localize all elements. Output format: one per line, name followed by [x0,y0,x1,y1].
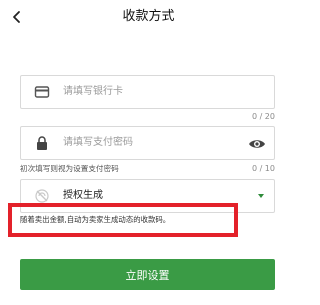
bank-card-placeholder: 请填写银行卡 [63,86,123,97]
disabled-location-icon [34,188,50,204]
pay-password-counter: 0 / 10 [251,164,275,173]
highlight-box [8,203,238,237]
lock-icon [34,135,50,151]
card-icon [34,84,50,100]
bank-card-counter: 0 / 20 [251,112,275,121]
pay-password-placeholder: 请填写支付密码 [63,137,133,148]
bank-card-input[interactable]: 请填写银行卡 [20,75,275,109]
submit-button[interactable]: 立即设置 [20,259,275,290]
password-hint: 初次填写则视为设置支付密码 [20,164,119,173]
eye-icon[interactable] [248,136,266,150]
page-title: 收款方式 [122,9,175,24]
chevron-down-icon [258,194,264,198]
pay-password-input[interactable]: 请填写支付密码 [20,126,275,160]
